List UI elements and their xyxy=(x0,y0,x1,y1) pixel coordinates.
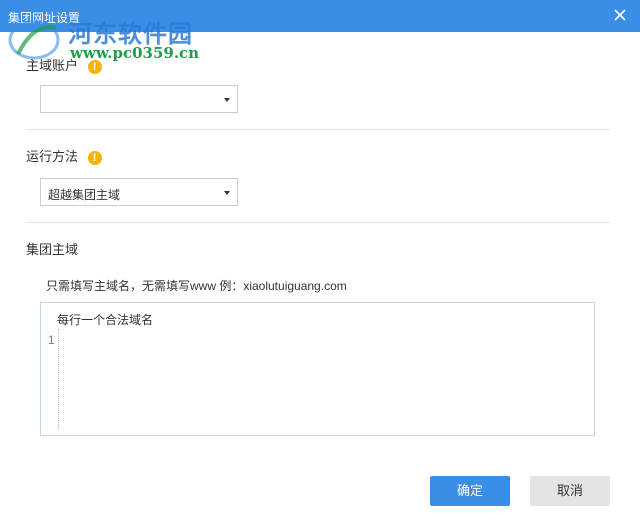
line-number: 1 xyxy=(48,333,55,347)
confirm-button[interactable]: 确定 xyxy=(430,476,510,506)
run-method-label-row: 运行方法 ! xyxy=(26,146,102,165)
run-method-select[interactable]: 超越集团主域 xyxy=(40,178,238,206)
editor-gutter xyxy=(58,329,59,429)
run-method-value: 超越集团主域 xyxy=(48,188,121,202)
run-method-label: 运行方法 xyxy=(26,149,79,164)
main-account-label-row: 主域账户 ! xyxy=(26,55,102,74)
group-domain-label: 集团主域 xyxy=(26,242,79,257)
divider xyxy=(26,129,610,130)
main-account-label: 主域账户 xyxy=(26,58,79,73)
domain-editor-placeholder: 每行一个合法域名 xyxy=(57,313,154,327)
warning-icon: ! xyxy=(87,59,102,74)
close-icon[interactable] xyxy=(610,5,630,25)
domain-editor[interactable]: 每行一个合法域名 1 xyxy=(40,302,595,436)
dialog-titlebar: 集团网址设置 xyxy=(0,0,640,32)
dialog-title: 集团网址设置 xyxy=(8,11,81,25)
main-account-select[interactable] xyxy=(40,85,238,113)
divider xyxy=(26,222,610,223)
chevron-down-icon xyxy=(224,191,230,195)
warning-icon: ! xyxy=(87,150,102,165)
cancel-button[interactable]: 取消 xyxy=(530,476,610,506)
chevron-down-icon xyxy=(224,98,230,102)
group-domain-hint: 只需填写主域名，无需填写www 例：xiaolutuiguang.com xyxy=(46,279,347,293)
